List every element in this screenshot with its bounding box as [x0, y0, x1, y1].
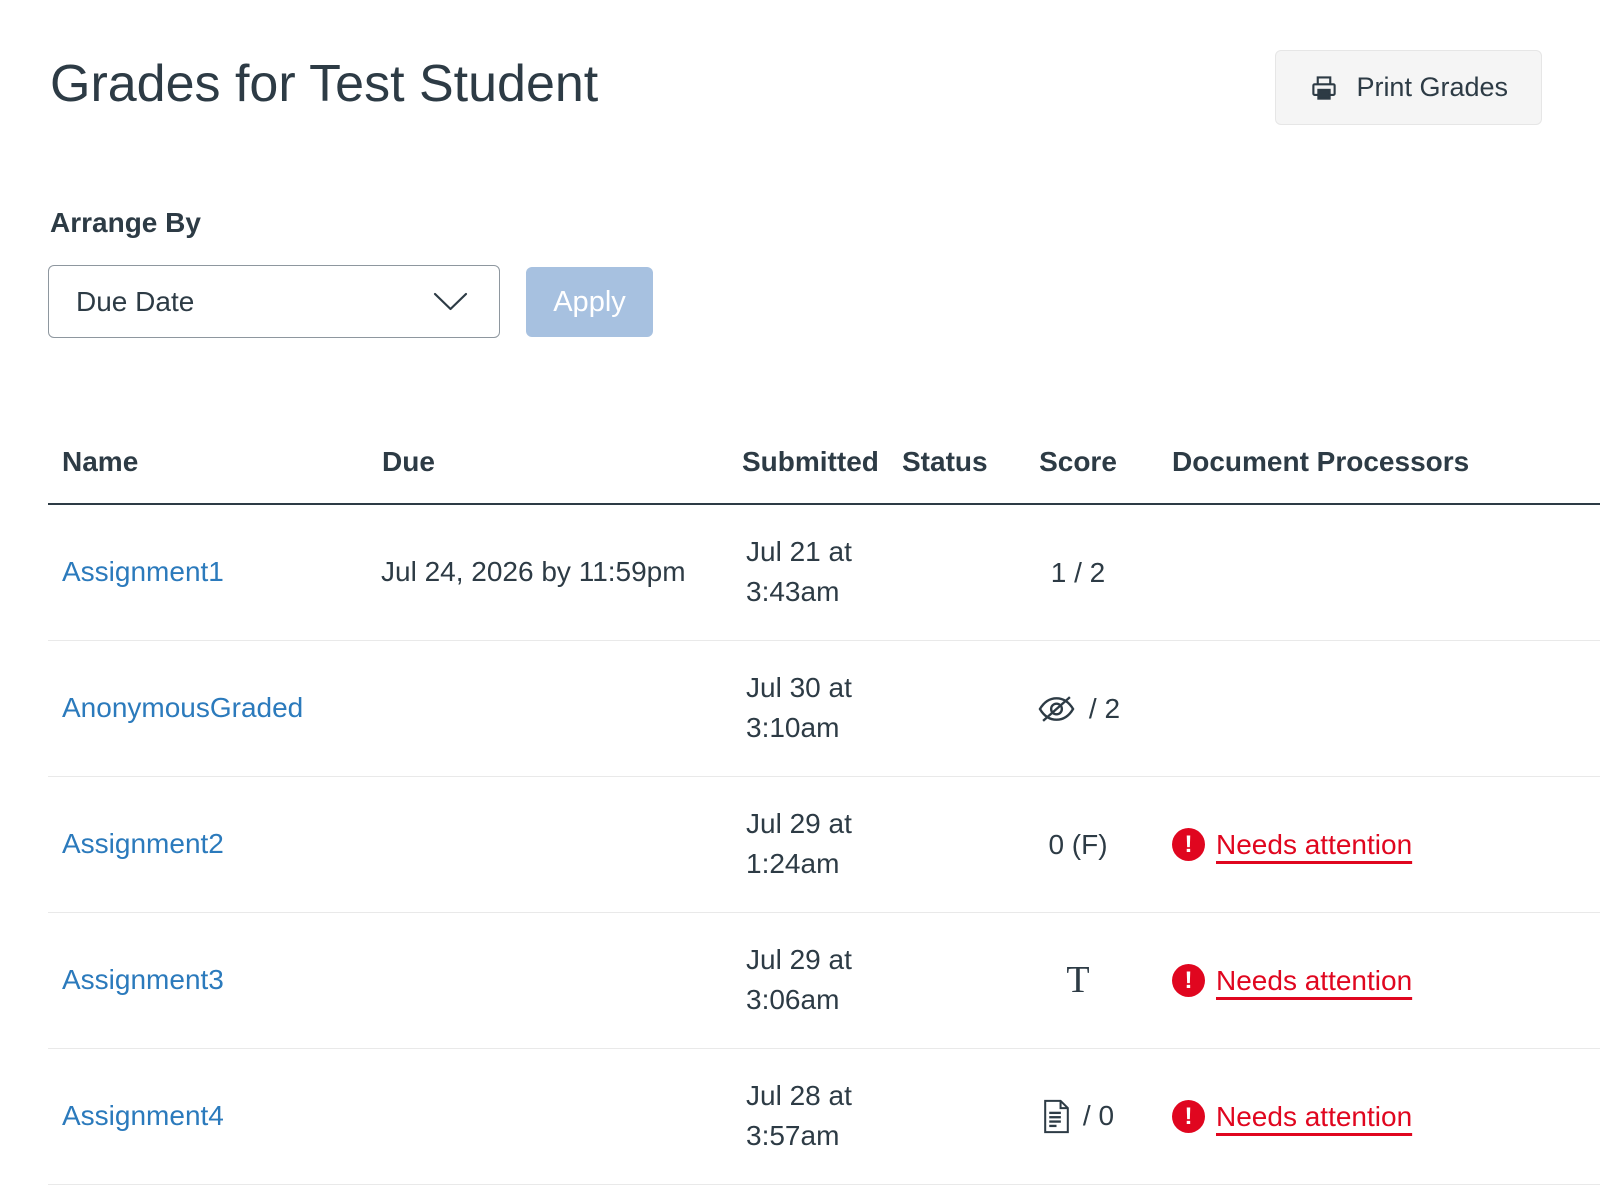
- status-value: [888, 776, 1008, 912]
- warning-icon: !: [1172, 1100, 1205, 1133]
- needs-attention-link[interactable]: Needs attention: [1216, 1101, 1412, 1133]
- column-header-score: Score: [1008, 446, 1148, 504]
- arrange-by-selected-value: Due Date: [76, 286, 194, 318]
- table-row-assignment3: Assignment3 Jul 29 at 3:06am T ! Needs a…: [48, 912, 1600, 1048]
- print-grades-label: Print Grades: [1356, 72, 1508, 103]
- document-processors-value: [1148, 640, 1600, 776]
- submitted-value: Jul 28 at 3:57am: [728, 1048, 888, 1184]
- hidden-score-eye-off-icon: [1036, 693, 1077, 725]
- warning-icon: !: [1172, 964, 1205, 997]
- table-row-assignment2: Assignment2 Jul 29 at 1:24am 0 (F) ! Nee…: [48, 776, 1600, 912]
- apply-button[interactable]: Apply: [526, 267, 653, 337]
- status-value: [888, 640, 1008, 776]
- page-header: Grades for Test Student Print Grades: [0, 0, 1600, 125]
- printer-icon: [1309, 73, 1339, 103]
- document-processors-value: [1148, 504, 1600, 640]
- print-grades-button[interactable]: Print Grades: [1275, 50, 1542, 125]
- submitted-value: Jul 30 at 3:10am: [728, 640, 888, 776]
- needs-attention-link[interactable]: Needs attention: [1216, 965, 1412, 997]
- due-value: [368, 640, 728, 776]
- document-icon: [1042, 1099, 1071, 1134]
- assignment-link[interactable]: Assignment1: [62, 556, 224, 587]
- due-value: Jul 24, 2026 by 11:59pm: [368, 504, 728, 640]
- arrange-controls: Due Date Apply: [48, 265, 1600, 338]
- score-value: / 0: [1083, 1100, 1114, 1132]
- table-row-assignment4: Assignment4 Jul 28 at 3:57am: [48, 1048, 1600, 1184]
- score-value: 0 (F): [1048, 829, 1107, 861]
- column-header-name: Name: [48, 446, 368, 504]
- submitted-value: Jul 29 at 1:24am: [728, 776, 888, 912]
- text-entry-score-icon: T: [1066, 958, 1089, 1002]
- column-header-submitted: Submitted: [728, 446, 888, 504]
- status-value: [888, 1048, 1008, 1184]
- column-header-due: Due: [368, 446, 728, 504]
- due-value: [368, 1048, 728, 1184]
- assignment-link[interactable]: Assignment4: [62, 1100, 224, 1131]
- arrange-by-label: Arrange By: [50, 207, 1600, 239]
- assignment-link[interactable]: AnonymousGraded: [62, 692, 303, 723]
- needs-attention-link[interactable]: Needs attention: [1216, 829, 1412, 861]
- warning-icon: !: [1172, 828, 1205, 861]
- column-header-status: Status: [888, 446, 1008, 504]
- status-value: [888, 504, 1008, 640]
- table-row-assignment1: Assignment1 Jul 24, 2026 by 11:59pm Jul …: [48, 504, 1600, 640]
- submitted-value: Jul 29 at 3:06am: [728, 912, 888, 1048]
- submitted-value: Jul 21 at 3:43am: [728, 504, 888, 640]
- page-title: Grades for Test Student: [50, 52, 598, 117]
- column-header-document-processors: Document Processors: [1148, 446, 1600, 504]
- score-value: / 2: [1089, 693, 1120, 725]
- status-value: [888, 912, 1008, 1048]
- grades-table-header-row: Name Due Submitted Status Score Document…: [48, 446, 1600, 504]
- arrange-by-select[interactable]: Due Date: [48, 265, 500, 338]
- due-value: [368, 912, 728, 1048]
- score-value: 1 / 2: [1051, 557, 1105, 589]
- chevron-down-icon: [432, 291, 469, 312]
- grades-table: Name Due Submitted Status Score Document…: [48, 446, 1600, 1185]
- assignment-link[interactable]: Assignment3: [62, 964, 224, 995]
- assignment-link[interactable]: Assignment2: [62, 828, 224, 859]
- due-value: [368, 776, 728, 912]
- table-row-anonymousgraded: AnonymousGraded Jul 30 at 3:10am / 2: [48, 640, 1600, 776]
